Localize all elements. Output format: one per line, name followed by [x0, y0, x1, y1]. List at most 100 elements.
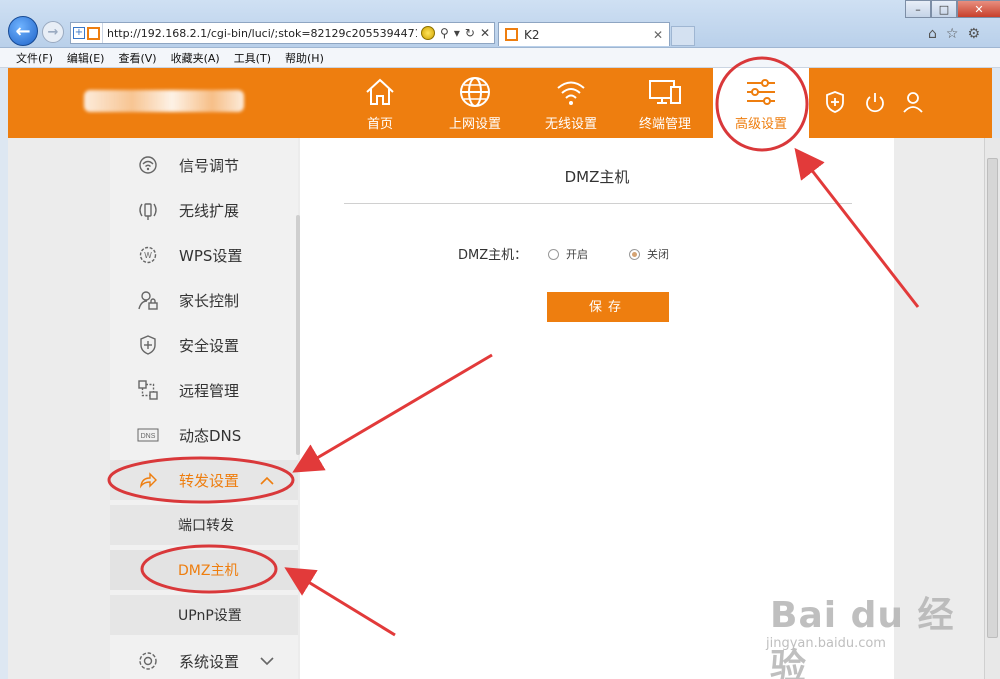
sidebar-item-forwarding[interactable]: 转发设置 [110, 460, 298, 500]
parental-lock-icon [136, 288, 160, 312]
nav-advanced[interactable]: 高级设置 [713, 68, 809, 138]
compat-plus-icon[interactable]: + [73, 27, 85, 39]
dmz-disable-radio[interactable]: 关闭 [629, 246, 669, 262]
svg-text:DNS: DNS [141, 433, 156, 440]
sidebar-item-parental[interactable]: 家长控制 [110, 280, 298, 320]
forward-button[interactable]: → [42, 21, 64, 43]
sidebar-item-remote[interactable]: 远程管理 [110, 370, 298, 410]
back-button[interactable]: ← [8, 16, 38, 46]
shield-plus-icon[interactable] [824, 90, 846, 114]
brand-logo [84, 90, 244, 112]
url-text[interactable]: http://192.168.2.1/cgi-bin/luci/;stok=82… [103, 27, 417, 40]
nav-home[interactable]: 首页 [350, 68, 410, 138]
menu-tools[interactable]: 工具(T) [234, 50, 271, 66]
sub-item-dmz[interactable]: DMZ主机 [110, 550, 298, 590]
sidebar-item-label: 无线扩展 [179, 201, 240, 220]
sidebar-item-label: 转发设置 [179, 471, 240, 490]
menu-edit[interactable]: 编辑(E) [67, 50, 105, 66]
menu-view[interactable]: 查看(V) [118, 50, 156, 66]
wireless-extend-icon [136, 198, 160, 222]
arrow-left-icon: ← [15, 20, 31, 42]
user-icon[interactable] [902, 90, 924, 114]
wps-gear-icon: W [136, 243, 160, 267]
home-button-icon[interactable]: ⌂ [928, 26, 937, 42]
nav-wireless[interactable]: 无线设置 [532, 68, 610, 138]
settings-gear-icon[interactable]: ⚙ [967, 26, 980, 42]
dmz-enable-radio[interactable]: 开启 [548, 246, 588, 262]
browser-tools: ⌂ ☆ ⚙ [928, 26, 980, 42]
maximize-button[interactable]: □ [931, 0, 957, 18]
sidebar-item-label: 动态DNS [179, 426, 242, 445]
svg-text:W: W [144, 251, 152, 260]
arrow-right-icon: → [47, 24, 59, 40]
save-button[interactable]: 保存 [547, 292, 669, 322]
nav-internet[interactable]: 上网设置 [436, 68, 514, 138]
tab-label: K2 [524, 27, 540, 42]
favorites-star-icon[interactable]: ☆ [946, 26, 959, 42]
remote-icon [136, 378, 160, 402]
chevron-down-icon [260, 652, 274, 670]
globe-icon [460, 77, 490, 107]
chevron-up-icon [260, 471, 274, 489]
home-icon [366, 78, 394, 105]
minimize-button[interactable]: – [905, 0, 931, 18]
address-prefix: + [71, 23, 103, 43]
sidebar: 信号调节 无线扩展 W WPS设置 家长控制 安全设置 远程管理 DNS 动态D… [110, 138, 298, 679]
menu-favorites[interactable]: 收藏夹(A) [171, 50, 220, 66]
search-icon[interactable]: ⚲ [440, 26, 449, 40]
sidebar-item-security[interactable]: 安全设置 [110, 325, 298, 365]
sidebar-item-ddns[interactable]: DNS 动态DNS [110, 415, 298, 455]
signal-icon [136, 153, 160, 177]
wifi-icon [557, 81, 585, 105]
menu-help[interactable]: 帮助(H) [285, 50, 324, 66]
radio-label-enable: 开启 [566, 248, 588, 261]
sidebar-item-label: 系统设置 [179, 652, 240, 671]
router-header: 首页 上网设置 无线设置 终端管理 高级设置 [8, 68, 992, 138]
sidebar-item-label: 安全设置 [179, 336, 240, 355]
address-tools: ⚲ ▾ ↻ ✕ [417, 26, 494, 40]
sub-item-port-forward[interactable]: 端口转发 [110, 505, 298, 545]
sidebar-item-label: 远程管理 [179, 381, 240, 400]
sidebar-item-label: 家长控制 [179, 291, 240, 310]
radio-dot[interactable] [548, 248, 559, 260]
sidebar-item-signal[interactable]: 信号调节 [110, 145, 298, 185]
sidebar-item-wireless-extend[interactable]: 无线扩展 [110, 190, 298, 230]
scrollbar-thumb[interactable] [987, 158, 998, 638]
system-gear-icon [136, 649, 160, 673]
dropdown-icon[interactable]: ▾ [454, 26, 460, 40]
sub-item-upnp[interactable]: UPnP设置 [110, 595, 298, 635]
sidebar-item-label: WPS设置 [179, 246, 243, 265]
tab-favicon [505, 28, 518, 41]
refresh-icon[interactable]: ↻ [465, 26, 475, 40]
sidebar-item-system[interactable]: 系统设置 [110, 641, 298, 679]
devices-icon [649, 80, 681, 104]
page-scrollbar[interactable] [984, 138, 1000, 679]
close-window-button[interactable]: ✕ [957, 0, 1000, 18]
stop-icon[interactable]: ✕ [480, 26, 490, 40]
radio-label-disable: 关闭 [647, 248, 669, 261]
baidu-watermark: Bai du 经验 jingyan.baidu.com [760, 570, 960, 679]
site-favicon [87, 26, 100, 40]
nav-devices[interactable]: 终端管理 [626, 68, 704, 138]
address-bar[interactable]: + http://192.168.2.1/cgi-bin/luci/;stok=… [70, 22, 495, 44]
tab-close-icon[interactable]: ✕ [653, 28, 663, 42]
menu-file[interactable]: 文件(F) [16, 50, 53, 66]
browser-titlebar: ← → + http://192.168.2.1/cgi-bin/luci/;s… [0, 0, 1000, 48]
sidebar-item-label: 信号调节 [179, 156, 240, 175]
tab-k2[interactable]: K2 ✕ [498, 22, 670, 46]
new-tab-button[interactable] [671, 26, 695, 46]
nav-internet-label: 上网设置 [448, 117, 501, 132]
forward-icon [136, 468, 160, 492]
title-divider [344, 203, 852, 204]
dmz-field-label: DMZ主机： [458, 248, 528, 263]
nav-advanced-label: 高级设置 [734, 117, 787, 132]
nav-home-label: 首页 [366, 117, 393, 132]
power-icon[interactable] [864, 90, 886, 114]
certificate-icon[interactable] [421, 26, 436, 40]
window-controls: – □ ✕ [905, 0, 1000, 18]
watermark-url: jingyan.baidu.com [766, 636, 886, 651]
dns-icon: DNS [136, 423, 160, 447]
nav-wireless-label: 无线设置 [544, 117, 597, 132]
radio-dot-selected[interactable] [629, 248, 640, 260]
sidebar-item-wps[interactable]: W WPS设置 [110, 235, 298, 275]
